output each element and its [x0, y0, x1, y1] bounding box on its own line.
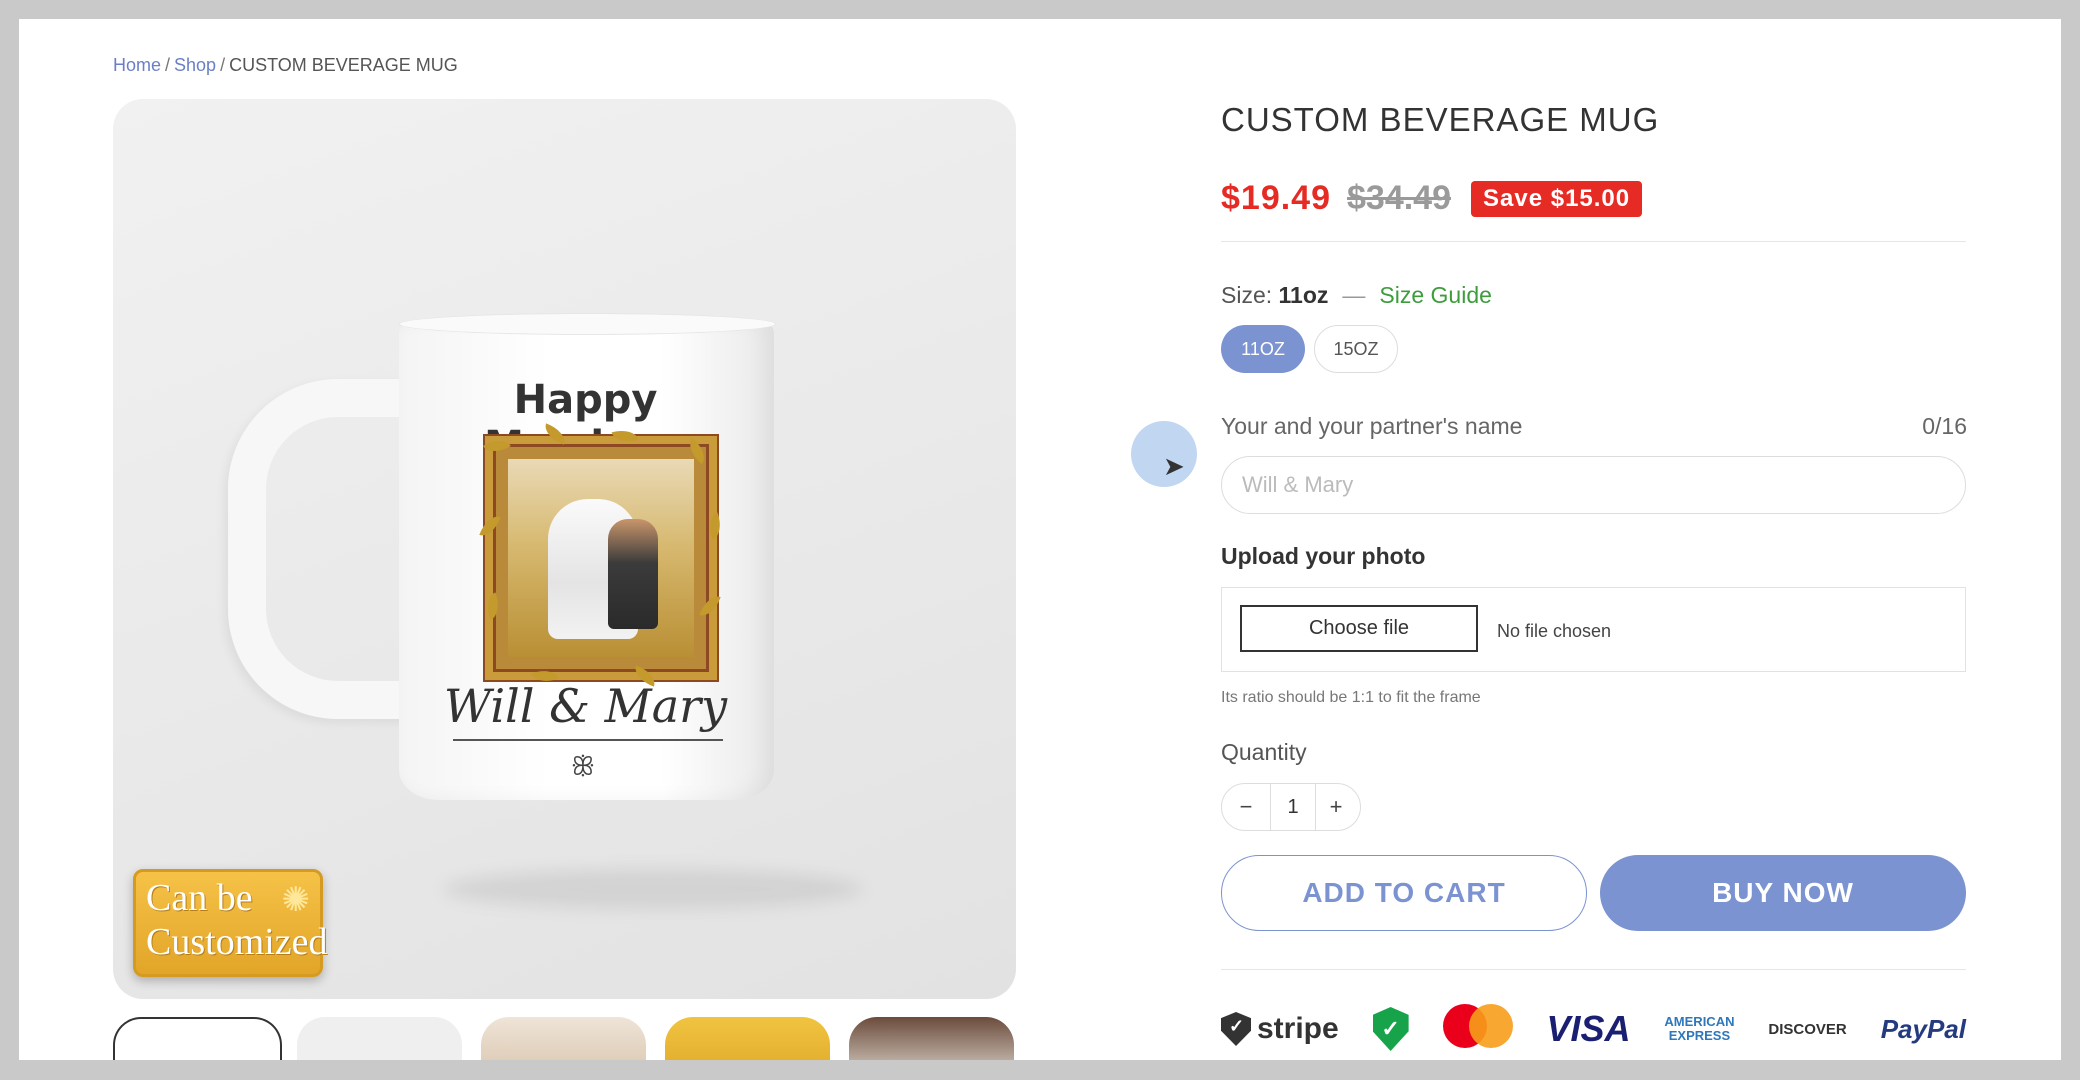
price-row: $19.49 $34.49 Save $15.00	[1221, 179, 1643, 218]
stripe-label: stripe	[1257, 1012, 1339, 1045]
photo-groom	[608, 519, 658, 629]
mug-photo	[508, 459, 694, 657]
buy-now-button[interactable]: BUY NOW	[1600, 855, 1966, 931]
badge-line-2: Customized	[146, 921, 328, 963]
amex-line-2: EXPRESS	[1668, 1028, 1731, 1043]
mug-print-divider	[453, 739, 723, 741]
quantity-value[interactable]: 1	[1270, 784, 1316, 830]
upload-label: Upload your photo	[1221, 543, 1426, 569]
size-label: Size:	[1221, 282, 1273, 308]
breadcrumb-separator: /	[220, 55, 226, 75]
discover-icon: DISCOVER	[1768, 1020, 1847, 1038]
page-frame: Home/Shop/CUSTOM BEVERAGE MUG Happy Marr…	[19, 19, 2061, 1060]
add-to-cart-button[interactable]: ADD TO CART	[1221, 855, 1587, 931]
ssl-secure-icon: ✓	[1372, 1007, 1409, 1051]
thumbnail-1[interactable]	[113, 1017, 282, 1060]
choose-file-button[interactable]: Choose file	[1240, 605, 1478, 652]
size-value: 11oz	[1278, 282, 1329, 308]
product-title: CUSTOM BEVERAGE MUG	[1221, 101, 1660, 138]
visa-icon: VISA	[1546, 1008, 1631, 1049]
mug-photo-frame	[493, 444, 709, 672]
breadcrumb-shop-link[interactable]: Shop	[174, 55, 216, 75]
product-main-image[interactable]: Happy Marriage Will & Mary ꕥ Can be Cust…	[113, 99, 1016, 999]
compare-price: $34.49	[1347, 179, 1451, 217]
quantity-increase-button[interactable]: +	[1312, 784, 1360, 830]
mastercard-icon	[1442, 1004, 1513, 1054]
mug-shadow	[443, 869, 863, 909]
quantity-decrease-button[interactable]: −	[1222, 784, 1270, 830]
mouse-cursor-icon: ➤	[1163, 451, 1185, 481]
customizable-badge: Can be Customized ✺	[133, 869, 328, 977]
stripe-icon: stripe	[1221, 1012, 1339, 1046]
divider	[1221, 241, 1966, 242]
thumbnail-5[interactable]	[849, 1017, 1014, 1060]
thumbnail-3[interactable]	[481, 1017, 646, 1060]
thumbnail-2[interactable]	[297, 1017, 462, 1060]
thumbnail-strip	[113, 1017, 1016, 1060]
mug-rim	[399, 313, 776, 335]
breadcrumb-separator: /	[165, 55, 171, 75]
badge-line-1: Can be	[146, 877, 253, 919]
size-guide-link[interactable]: Size Guide	[1379, 282, 1492, 308]
bulb-icon: ✺	[281, 881, 311, 919]
shield-icon	[1221, 1012, 1251, 1046]
name-char-counter: 0/16	[1922, 413, 1967, 439]
quantity-stepper: − 1 +	[1221, 783, 1361, 831]
upload-box: Choose file No file chosen	[1221, 587, 1966, 672]
breadcrumb: Home / Shop / CUSTOM BEVERAGE MUG	[113, 55, 458, 76]
size-option-15oz[interactable]: 15OZ	[1314, 325, 1398, 373]
size-row: Size: 11oz — Size Guide	[1221, 282, 1492, 309]
divider	[1221, 969, 1966, 970]
sale-price: $19.49	[1221, 179, 1331, 217]
save-badge: Save $15.00	[1471, 180, 1643, 217]
amex-line-1: AMERICAN	[1664, 1014, 1735, 1029]
name-field-label: Your and your partner's name	[1221, 413, 1523, 439]
mug-print-names: Will & Mary	[443, 679, 728, 733]
ornament-icon: ꕥ	[570, 751, 596, 781]
partner-name-input[interactable]	[1221, 456, 1966, 514]
thumbnail-4[interactable]	[665, 1017, 830, 1060]
paypal-icon: PayPal	[1880, 1013, 1966, 1044]
upload-hint: Its ratio should be 1:1 to fit the frame	[1221, 689, 1481, 706]
mastercard-orange-circle	[1468, 1004, 1513, 1048]
size-option-11oz[interactable]: 11OZ	[1221, 325, 1305, 373]
breadcrumb-home-link[interactable]: Home	[113, 55, 161, 75]
size-dash: —	[1342, 282, 1366, 308]
amex-icon: AMERICAN EXPRESS	[1664, 1015, 1734, 1043]
breadcrumb-current: CUSTOM BEVERAGE MUG	[229, 55, 458, 75]
quantity-label: Quantity	[1221, 739, 1307, 765]
file-status: No file chosen	[1497, 621, 1612, 641]
payment-icons: stripe ✓ VISA AMERICANEXPRESS DISCOVER P…	[1221, 999, 1966, 1059]
